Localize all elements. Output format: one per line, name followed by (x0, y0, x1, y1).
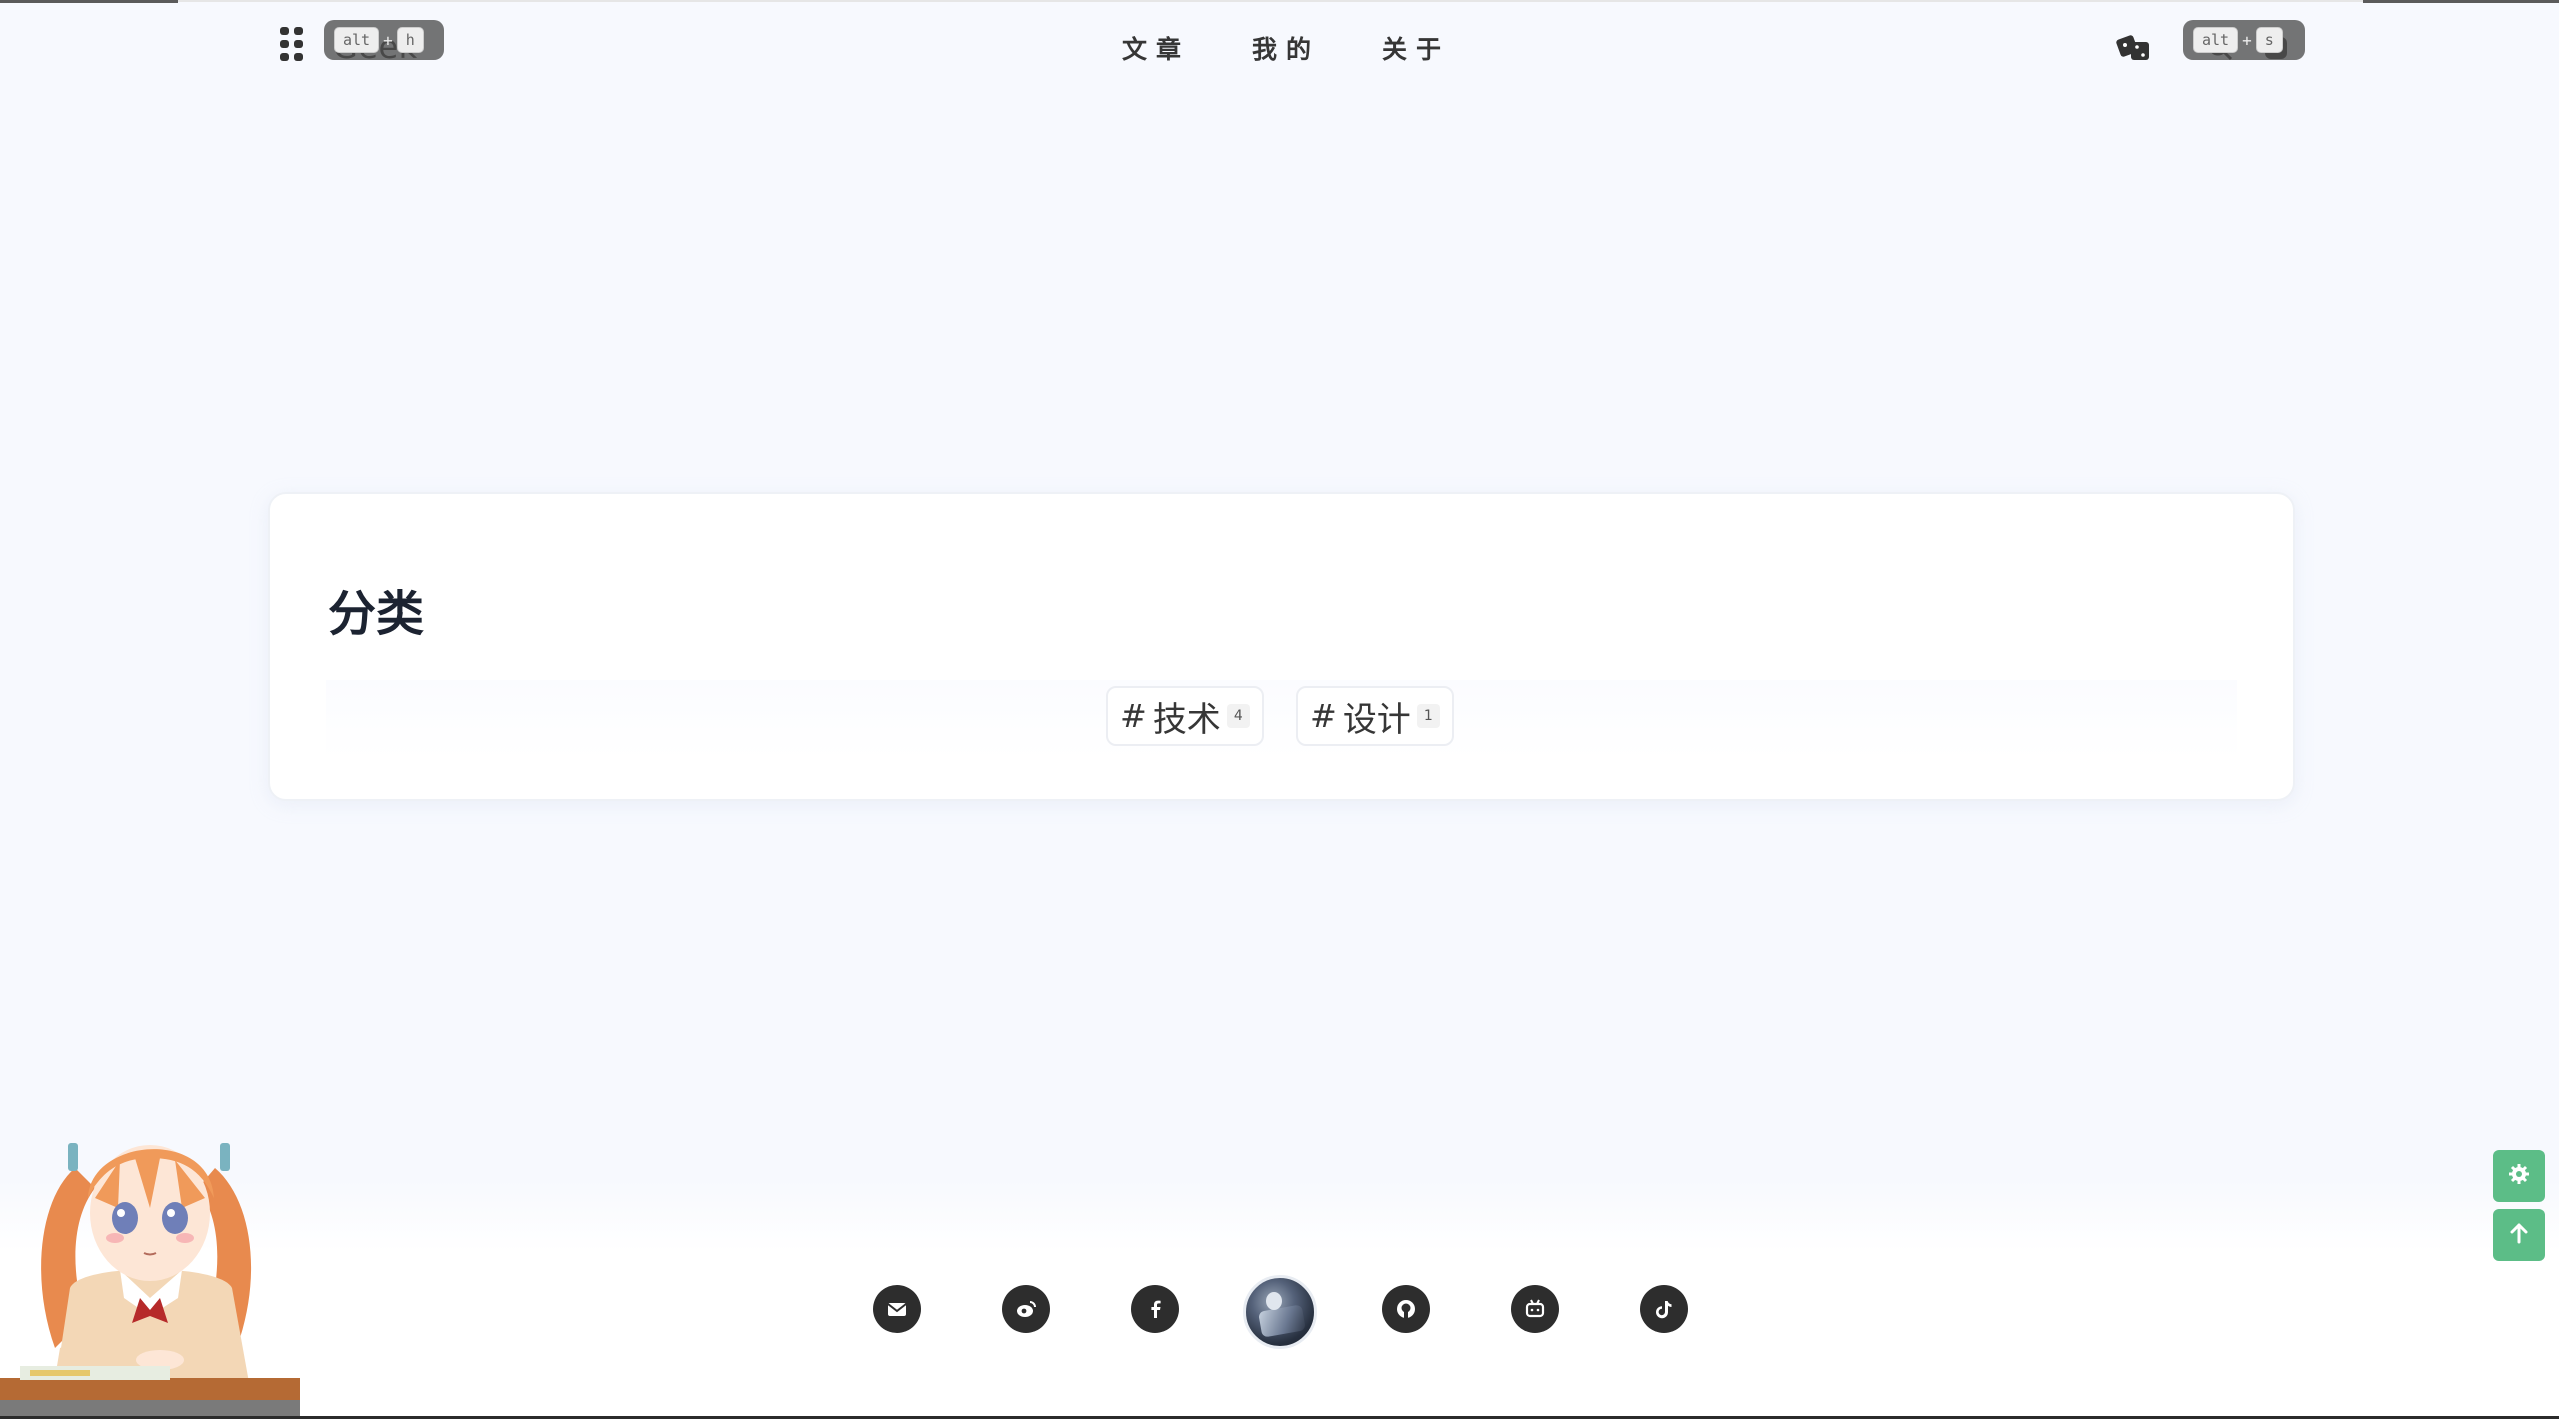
bilibili-icon[interactable] (1511, 1285, 1559, 1333)
shortcut-hint-search: alt + s (2183, 20, 2305, 60)
nav-item-about[interactable]: 关于 (1382, 30, 1450, 66)
dice-icon[interactable] (2112, 28, 2156, 68)
tag-label: 技术 (1152, 699, 1221, 740)
tag-count: 1 (1416, 704, 1440, 728)
tag-count: 4 (1226, 704, 1250, 728)
shortcut-key: alt (2193, 27, 2239, 53)
arrow-up-icon (2507, 1221, 2531, 1249)
nav-item-mine[interactable]: 我的 (1252, 30, 1320, 66)
tag-label: 设计 (1342, 699, 1411, 740)
tag-strip (326, 680, 2237, 760)
live2d-mascot[interactable] (0, 1048, 310, 1419)
email-icon[interactable] (873, 1285, 921, 1333)
shortcut-key: alt (334, 27, 380, 53)
category-card: 分类 (268, 492, 2295, 801)
shortcut-key: s (2255, 27, 2283, 53)
site-header: Geek alt + h 文章 我的 关于 (0, 0, 2559, 96)
shortcut-plus: + (383, 30, 393, 50)
shortcut-hint-home: alt + h (324, 20, 444, 60)
back-to-top-button[interactable] (2493, 1209, 2545, 1261)
category-tag-tech[interactable]: # 技术 4 (1106, 686, 1264, 746)
avatar[interactable] (1243, 1275, 1317, 1349)
nav-item-articles[interactable]: 文章 (1122, 30, 1190, 66)
hash-symbol: # (1120, 697, 1147, 735)
tiktok-icon[interactable] (1640, 1285, 1688, 1333)
social-links (0, 1265, 2559, 1349)
weibo-icon[interactable] (1002, 1285, 1050, 1333)
menu-icon[interactable] (277, 27, 307, 61)
shortcut-plus: + (2242, 30, 2252, 50)
header-actions (2112, 28, 2156, 68)
page: Geek alt + h 文章 我的 关于 (0, 0, 2559, 1419)
hash-symbol: # (1310, 697, 1337, 735)
page-title: 分类 (328, 586, 425, 642)
settings-button[interactable] (2493, 1150, 2545, 1202)
main-nav: 文章 我的 关于 (1122, 30, 1450, 66)
shortcut-key: h (396, 27, 424, 53)
facebook-icon[interactable] (1131, 1285, 1179, 1333)
github-icon[interactable] (1382, 1285, 1430, 1333)
gear-icon (2506, 1161, 2532, 1191)
category-tag-design[interactable]: # 设计 1 (1296, 686, 1454, 746)
